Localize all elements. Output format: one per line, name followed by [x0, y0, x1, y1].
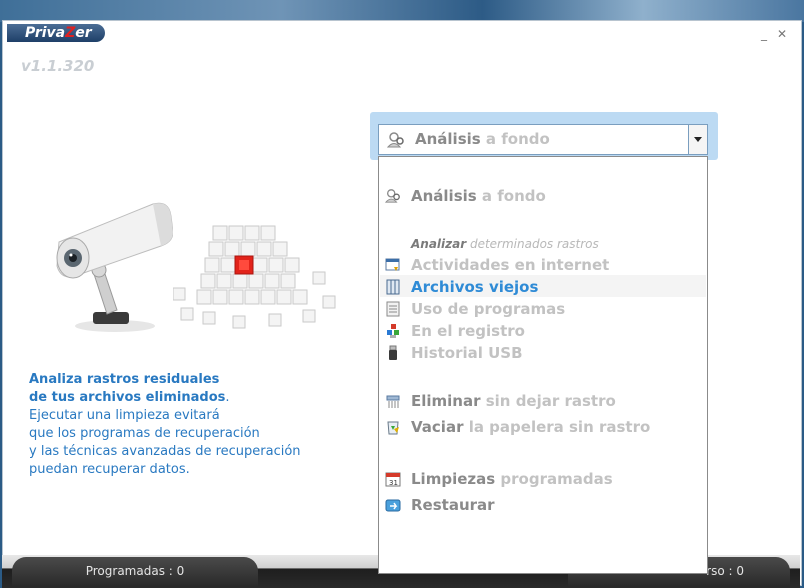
recycle-bin-icon: [387, 421, 399, 435]
calendar-icon: 31: [385, 472, 401, 487]
svg-text:31: 31: [389, 479, 398, 487]
description-line3: Ejecutar una limpieza evitará: [29, 408, 220, 423]
menu-item-old-files[interactable]: Archivos viejos: [385, 276, 703, 298]
description-line6: puedan recuperar datos.: [29, 462, 190, 477]
scan-mode-select[interactable]: Análisis a fondo: [378, 124, 708, 155]
menu-item-restore[interactable]: Restaurar: [385, 494, 703, 516]
description-line5: y las técnicas avanzadas de recuperación: [29, 444, 301, 459]
title-bar: PrivaZer _ ✕: [3, 21, 801, 45]
description-line1: Analiza rastros residuales: [29, 372, 220, 387]
shredder-icon: [386, 395, 400, 408]
scan-mode-value: Análisis a fondo: [415, 130, 550, 148]
scan-mode-combo-frame: Análisis a fondo: [370, 112, 718, 160]
close-button[interactable]: ✕: [775, 27, 789, 41]
restore-icon: [385, 499, 401, 512]
menu-item-registry[interactable]: En el registro: [385, 320, 703, 342]
app-logo: PrivaZer: [7, 24, 105, 42]
search-person-icon: [387, 132, 404, 148]
scheduled-count-tab[interactable]: Programadas : 0: [12, 557, 258, 586]
description-text: Analiza rastros residuales de tus archiv…: [29, 371, 369, 479]
menu-item-deep-scan[interactable]: Análisis a fondo: [385, 185, 703, 207]
desktop-background: [0, 0, 804, 22]
menu-item-delete[interactable]: Eliminar sin dejar rastro: [385, 390, 703, 412]
security-camera-icon: [56, 202, 173, 332]
search-person-icon: [385, 189, 400, 203]
section-subheading: Analizar determinados rastros: [411, 237, 599, 251]
description-line2-dot: .: [225, 390, 230, 405]
hero-illustration: [43, 196, 363, 346]
file-cabinet-icon: [386, 279, 400, 295]
cubes-illustration: [173, 225, 336, 329]
menu-item-scheduled[interactable]: 31 Limpiezas programadas: [385, 468, 703, 490]
chevron-down-icon[interactable]: [688, 125, 707, 154]
menu-item-empty-bin[interactable]: Vaciar la papelera sin rastro: [385, 416, 703, 438]
usb-drive-icon: [389, 345, 397, 360]
minimize-button[interactable]: _: [757, 27, 771, 41]
program-list-icon: [386, 301, 400, 317]
internet-window-icon: [385, 258, 400, 271]
registry-blocks-icon: [387, 324, 399, 338]
scan-mode-dropdown: Análisis a fondo Analizar determinados r…: [378, 156, 708, 574]
menu-item-usb[interactable]: Historial USB: [385, 342, 703, 364]
menu-item-internet[interactable]: Actividades en internet: [385, 254, 703, 276]
description-line4: que los programas de recuperación: [29, 426, 260, 441]
description-line2-bold: de tus archivos eliminados: [29, 390, 226, 405]
version-label: v1.1.320: [21, 57, 95, 75]
menu-item-programs[interactable]: Uso de programas: [385, 298, 703, 320]
